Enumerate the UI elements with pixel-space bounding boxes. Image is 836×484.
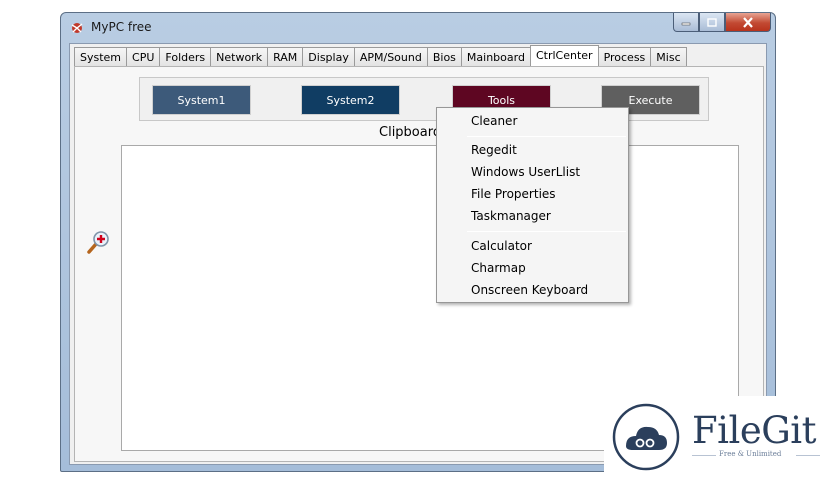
window-controls bbox=[673, 13, 771, 32]
system2-button[interactable]: System2 bbox=[301, 85, 400, 115]
maximize-button[interactable] bbox=[699, 13, 725, 32]
zoom-in-icon[interactable] bbox=[85, 229, 111, 255]
watermark-rule bbox=[692, 455, 716, 456]
watermark-name: FileGit bbox=[692, 409, 817, 452]
menu-item-regedit[interactable]: Regedit bbox=[437, 139, 628, 161]
tab-bios[interactable]: Bios bbox=[426, 47, 462, 67]
watermark-tagline: Free & Unlimited bbox=[719, 450, 782, 458]
close-icon bbox=[743, 16, 753, 28]
menu-item-windows-userlist[interactable]: Windows UserLlist bbox=[437, 161, 628, 183]
menu-item-onscreen-keyboard[interactable]: Onscreen Keyboard bbox=[437, 279, 628, 301]
menu-item-taskmanager[interactable]: Taskmanager bbox=[437, 205, 628, 227]
tab-process[interactable]: Process bbox=[597, 47, 652, 67]
watermark-rule bbox=[796, 455, 820, 456]
tab-strip: System CPU Folders Network RAM Display A… bbox=[74, 45, 687, 68]
tab-ram[interactable]: RAM bbox=[267, 47, 304, 67]
close-button[interactable] bbox=[725, 13, 771, 32]
minimize-button[interactable] bbox=[673, 13, 699, 32]
tab-apm-sound[interactable]: APM/Sound bbox=[353, 47, 428, 67]
tab-misc[interactable]: Misc bbox=[650, 47, 687, 67]
window-title: MyPC free bbox=[91, 20, 152, 34]
menu-separator bbox=[467, 231, 626, 232]
title-bar[interactable]: MyPC free bbox=[61, 13, 775, 43]
tab-system[interactable]: System bbox=[74, 47, 128, 67]
filegit-logo-icon bbox=[612, 403, 680, 471]
system1-button[interactable]: System1 bbox=[152, 85, 251, 115]
tab-network[interactable]: Network bbox=[210, 47, 269, 67]
tools-dropdown-menu: Cleaner Regedit Windows UserLlist File P… bbox=[436, 107, 629, 303]
tab-display[interactable]: Display bbox=[302, 47, 355, 67]
tab-ctrlcenter[interactable]: CtrlCenter bbox=[529, 45, 599, 68]
menu-item-charmap[interactable]: Charmap bbox=[437, 257, 628, 279]
menu-item-cleaner[interactable]: Cleaner bbox=[437, 110, 628, 132]
menu-separator bbox=[467, 136, 626, 137]
menu-item-calculator[interactable]: Calculator bbox=[437, 235, 628, 257]
tab-cpu[interactable]: CPU bbox=[126, 47, 161, 67]
maximize-icon bbox=[707, 17, 717, 27]
app-icon bbox=[71, 23, 83, 33]
menu-item-file-properties[interactable]: File Properties bbox=[437, 183, 628, 205]
tab-mainboard[interactable]: Mainboard bbox=[460, 47, 531, 67]
tab-folders[interactable]: Folders bbox=[159, 47, 212, 67]
minimize-icon bbox=[681, 22, 691, 26]
